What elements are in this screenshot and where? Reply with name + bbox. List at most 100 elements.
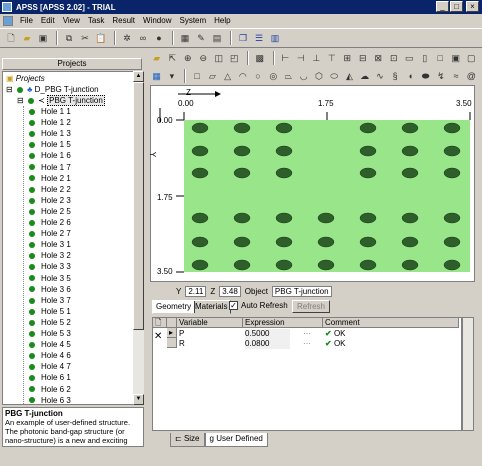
shape-triangle-icon[interactable]: △ <box>221 69 234 83</box>
hole[interactable] <box>191 167 209 179</box>
hole[interactable] <box>359 259 377 271</box>
menu-task[interactable]: Task <box>84 16 108 25</box>
distribute-v-icon[interactable]: ⊡ <box>387 51 401 65</box>
zoom-in-icon[interactable]: ⊕ <box>181 51 195 65</box>
chart-icon[interactable]: ▤ <box>210 31 224 45</box>
hole[interactable] <box>359 145 377 157</box>
tree-hole-item[interactable]: Hole 5 3 <box>29 328 71 339</box>
hole[interactable] <box>401 259 419 271</box>
hole[interactable] <box>401 236 419 248</box>
tree-hole-item[interactable]: Hole 1 7 <box>29 162 71 173</box>
menu-edit[interactable]: Edit <box>37 16 59 25</box>
align-bottom-icon[interactable]: ⊟ <box>356 51 370 65</box>
tree-hole-item[interactable]: Hole 4 6 <box>29 350 71 361</box>
tree-hole-item[interactable]: Hole 1 5 <box>29 139 71 150</box>
record-icon[interactable]: ● <box>152 31 166 45</box>
hole[interactable] <box>191 122 209 134</box>
hole[interactable] <box>275 212 293 224</box>
row-1-expr-button[interactable]: ⋯ <box>303 339 311 349</box>
hole[interactable] <box>359 236 377 248</box>
tree-hole-item[interactable]: Hole 4 5 <box>29 339 71 350</box>
zoom-window-icon[interactable]: ◫ <box>212 51 226 65</box>
shape-ring-icon[interactable]: ◎ <box>267 69 280 83</box>
refresh-button[interactable]: Refresh <box>292 300 330 313</box>
hole[interactable] <box>275 122 293 134</box>
tab-size[interactable]: ⊏ Size <box>170 433 205 447</box>
tree-hole-item[interactable]: Hole 6 3 <box>29 395 71 404</box>
maximize-button[interactable]: □ <box>450 1 463 12</box>
hole[interactable] <box>359 122 377 134</box>
tree-hole-item[interactable]: Hole 2 1 <box>29 173 71 184</box>
header-expression[interactable]: Expression <box>243 318 323 328</box>
align-middle-icon[interactable]: ⊞ <box>341 51 355 65</box>
hole[interactable] <box>191 236 209 248</box>
hole[interactable] <box>317 236 335 248</box>
tree-hole-item[interactable]: Hole 3 1 <box>29 239 71 250</box>
link-icon[interactable]: ∞ <box>136 31 150 45</box>
hole[interactable] <box>401 212 419 224</box>
pencil-icon[interactable]: ✎ <box>194 31 208 45</box>
row-1-expression[interactable]: 0.0800 <box>245 339 290 349</box>
tree-hole-item[interactable]: Hole 2 3 <box>29 195 71 206</box>
tile-vertical-icon[interactable]: ▥ <box>268 31 282 45</box>
shape-wave-icon[interactable]: ≈ <box>449 69 462 83</box>
save-icon[interactable]: ▣ <box>36 31 50 45</box>
tree-hole-item[interactable]: Hole 3 5 <box>29 273 71 284</box>
align-center-icon[interactable]: ⊣ <box>294 51 308 65</box>
shape-ellipse-icon[interactable]: ⬭ <box>328 69 341 83</box>
shape-arc-icon[interactable]: ◠ <box>236 69 249 83</box>
shape-cloud-icon[interactable]: ☁ <box>358 69 371 83</box>
hole[interactable] <box>233 236 251 248</box>
row-1-variable[interactable]: R <box>179 339 185 349</box>
tree-hole-item[interactable]: Hole 1 3 <box>29 128 71 139</box>
zoom-fit-icon[interactable]: ◰ <box>228 51 242 65</box>
paste-icon[interactable]: 📋 <box>94 31 108 45</box>
hole[interactable] <box>275 259 293 271</box>
row-0-expression[interactable]: 0.5000 <box>245 329 290 339</box>
row-0-variable[interactable]: P <box>179 329 184 339</box>
auto-refresh-checkbox[interactable]: ✓ <box>229 301 238 310</box>
tree-root[interactable]: ▣ Projects <box>6 73 45 84</box>
hole[interactable] <box>233 212 251 224</box>
hole[interactable] <box>359 167 377 179</box>
shape-circle-icon[interactable]: ○ <box>251 69 264 83</box>
align-left-icon[interactable]: ⊢ <box>279 51 293 65</box>
menu-file[interactable]: File <box>16 16 37 25</box>
tab-geometry[interactable]: Geometry <box>152 300 196 314</box>
hole[interactable] <box>443 122 461 134</box>
hole[interactable] <box>191 212 209 224</box>
tree-hole-item[interactable]: Hole 3 3 <box>29 261 71 272</box>
tree-hole-item[interactable]: Hole 3 2 <box>29 250 71 261</box>
settings-icon[interactable]: ✲ <box>120 31 134 45</box>
tree-hole-item[interactable]: Hole 5 2 <box>29 317 71 328</box>
tree-hole-item[interactable]: Hole 1 2 <box>29 117 71 128</box>
shape-half-circle-icon[interactable]: ◡ <box>297 69 310 83</box>
grid-icon[interactable]: ▦ <box>178 31 192 45</box>
tree-project[interactable]: ⊟ ♣ D_PBG T-junction <box>6 84 99 95</box>
tree-hole-item[interactable]: Hole 3 6 <box>29 284 71 295</box>
close-button[interactable]: × <box>466 1 479 12</box>
hole[interactable] <box>443 167 461 179</box>
tree-hole-item[interactable]: Hole 2 6 <box>29 217 71 228</box>
structure-tool-icon[interactable]: ▩ <box>253 51 267 65</box>
shape-s-curve-icon[interactable]: § <box>389 69 402 83</box>
tab-materials[interactable]: Materials <box>191 300 232 314</box>
hole[interactable] <box>191 259 209 271</box>
tree-scrollbar[interactable]: ▲ ▼ <box>133 71 144 405</box>
new-row-icon[interactable]: 🗋 <box>155 318 161 327</box>
hole[interactable] <box>401 145 419 157</box>
shape-trapezoid-icon[interactable]: ⏢ <box>282 69 295 83</box>
shape-parallelogram-icon[interactable]: ▱ <box>206 69 219 83</box>
hole[interactable] <box>443 236 461 248</box>
shape-curve-icon[interactable]: ∿ <box>373 69 386 83</box>
scroll-thumb[interactable] <box>133 82 144 330</box>
structure-plot[interactable] <box>184 120 470 272</box>
tree-structure[interactable]: ⊟ ≺ PBG T-junction <box>17 95 105 106</box>
tab-user-defined[interactable]: g User Defined <box>204 433 268 447</box>
hole[interactable] <box>359 212 377 224</box>
shape-oval-icon[interactable]: ⬬ <box>419 69 432 83</box>
menu-window[interactable]: Window <box>139 16 175 25</box>
hole[interactable] <box>275 145 293 157</box>
tree-hole-item[interactable]: Hole 6 1 <box>29 372 71 383</box>
zoom-out-icon[interactable]: ⊖ <box>197 51 211 65</box>
